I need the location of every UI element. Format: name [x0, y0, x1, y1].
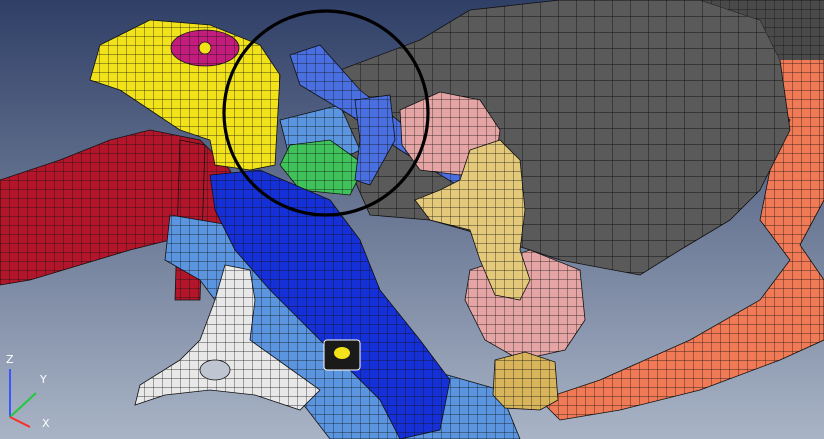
z-axis-label: Z — [6, 353, 14, 366]
y-axis-icon — [9, 392, 37, 418]
graphics-viewport[interactable]: Z Y X — [0, 0, 824, 439]
mount-cup[interactable] — [170, 29, 240, 67]
model-canvas[interactable] — [0, 0, 824, 439]
x-axis-icon — [9, 416, 31, 428]
lower-bushing[interactable] — [492, 351, 559, 411]
node-marker[interactable] — [323, 339, 361, 371]
x-axis-label: X — [42, 417, 50, 430]
coordinate-triad: Z Y X — [0, 345, 60, 439]
y-axis-label: Y — [40, 373, 47, 386]
